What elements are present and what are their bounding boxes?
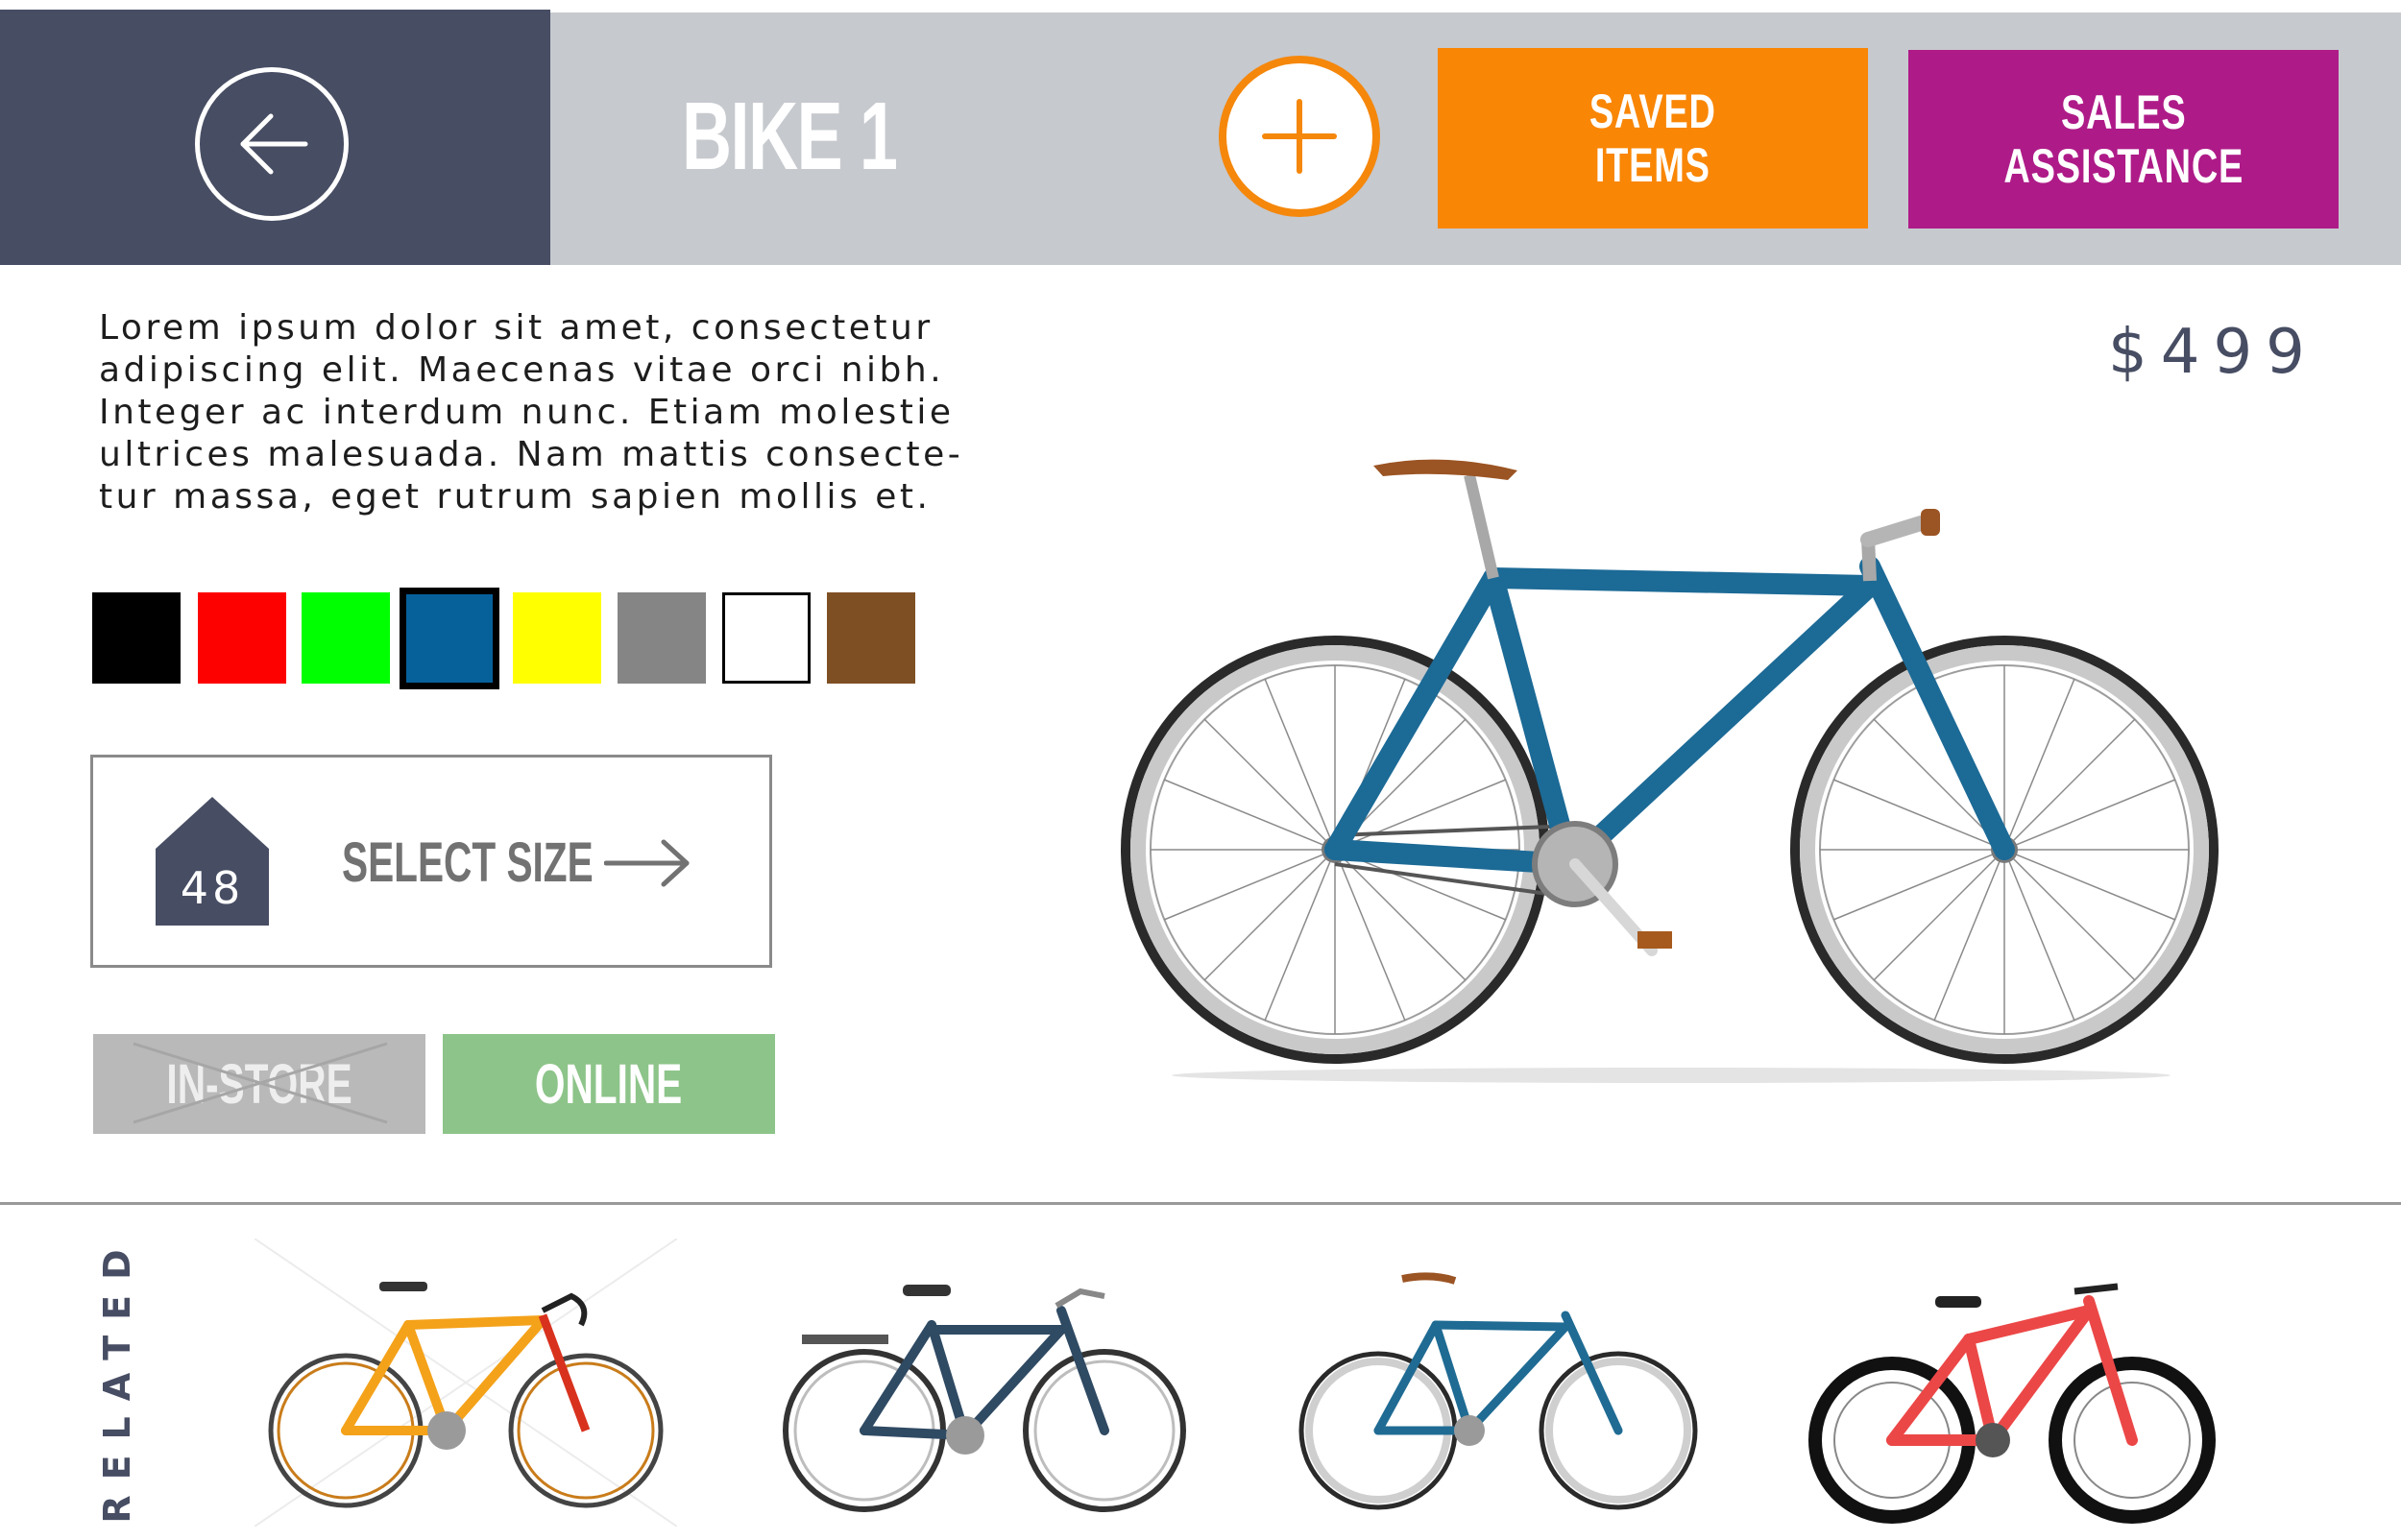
related-bike-navy[interactable]: [773, 1239, 1196, 1527]
color-swatch-red[interactable]: [198, 592, 286, 684]
add-to-saved-button[interactable]: [1219, 56, 1380, 217]
color-swatch-green[interactable]: [302, 592, 390, 684]
color-swatch-blue[interactable]: [400, 588, 499, 689]
product-description: Lorem ipsum dolor sit amet, consectetur …: [99, 307, 963, 518]
unavailable-cross-icon: [133, 1042, 388, 1124]
select-size-label: SELECT SIZE: [342, 831, 594, 894]
color-swatch-black[interactable]: [92, 592, 181, 684]
arrow-right-icon: [604, 839, 690, 887]
description-line: Integer ac interdum nunc. Etiam molestie: [99, 393, 955, 432]
arrow-left-icon: [240, 113, 308, 175]
related-bike-red[interactable]: [1801, 1239, 2223, 1527]
description-line: adipiscing elit. Maecenas vitae orci nib…: [99, 350, 945, 390]
related-bike-orange[interactable]: [255, 1239, 677, 1527]
main-bike-image: [1121, 459, 2219, 1083]
plus-icon: [1262, 99, 1337, 174]
color-swatch-white[interactable]: [722, 592, 811, 684]
in-store-availability: IN-STORE: [93, 1034, 425, 1134]
color-swatch-brown[interactable]: [827, 592, 915, 684]
color-swatch-yellow[interactable]: [513, 592, 601, 684]
sales-assistance-button[interactable]: SALES ASSISTANCE: [1908, 50, 2339, 229]
saved-items-button[interactable]: SAVED ITEMS: [1438, 48, 1868, 229]
related-bike-blue[interactable]: [1287, 1239, 1710, 1527]
select-size-button[interactable]: 48 SELECT SIZE: [90, 755, 772, 968]
description-line: ultrices malesuada. Nam mattis consecte-: [99, 435, 964, 474]
description-line: tur massa, eget rutrum sapien mollis et.: [99, 477, 932, 517]
page-title: BIKE 1: [682, 83, 898, 190]
online-label: ONLINE: [535, 1052, 683, 1116]
sales-assistance-label: SALES ASSISTANCE: [2003, 85, 2243, 193]
saved-items-label: SAVED ITEMS: [1589, 84, 1716, 192]
product-price: $499: [2108, 317, 2318, 388]
online-availability-button[interactable]: ONLINE: [443, 1034, 775, 1134]
related-heading: RELATED: [96, 1234, 138, 1524]
size-value: 48: [180, 862, 245, 914]
back-button[interactable]: [195, 67, 349, 221]
color-swatch-gray[interactable]: [618, 592, 706, 684]
header-left-panel: [0, 10, 550, 265]
description-line: Lorem ipsum dolor sit amet, consectetur: [99, 308, 934, 348]
section-divider: [0, 1202, 2401, 1205]
